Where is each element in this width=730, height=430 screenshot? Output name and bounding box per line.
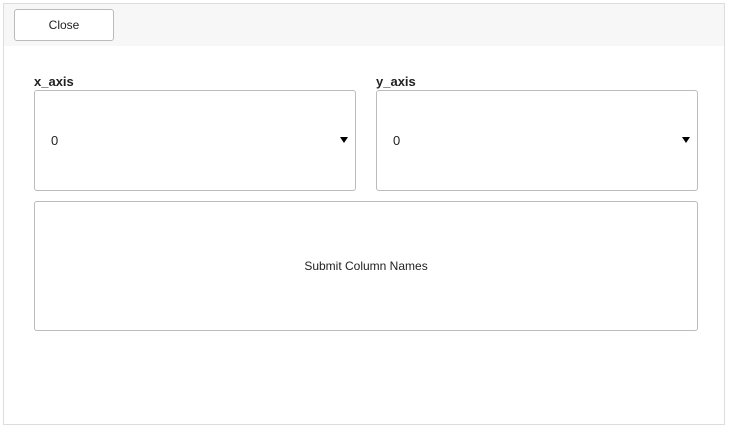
submit-column-names-button[interactable]: Submit Column Names: [34, 201, 698, 331]
y-axis-label: y_axis: [376, 74, 416, 89]
dialog-header: Close: [4, 4, 724, 46]
x-axis-label: x_axis: [34, 74, 74, 89]
y-axis-selected-value: 0: [393, 133, 401, 148]
x-axis-select[interactable]: 0: [34, 90, 356, 191]
close-button[interactable]: Close: [14, 9, 114, 41]
y-axis-select[interactable]: 0: [376, 90, 698, 191]
caret-down-icon: [682, 137, 690, 143]
caret-down-icon: [340, 137, 348, 143]
column-select-dialog: Close x_axis 0 y_axis 0 Submit Column Na…: [3, 3, 725, 425]
x-axis-selected-value: 0: [51, 133, 59, 148]
